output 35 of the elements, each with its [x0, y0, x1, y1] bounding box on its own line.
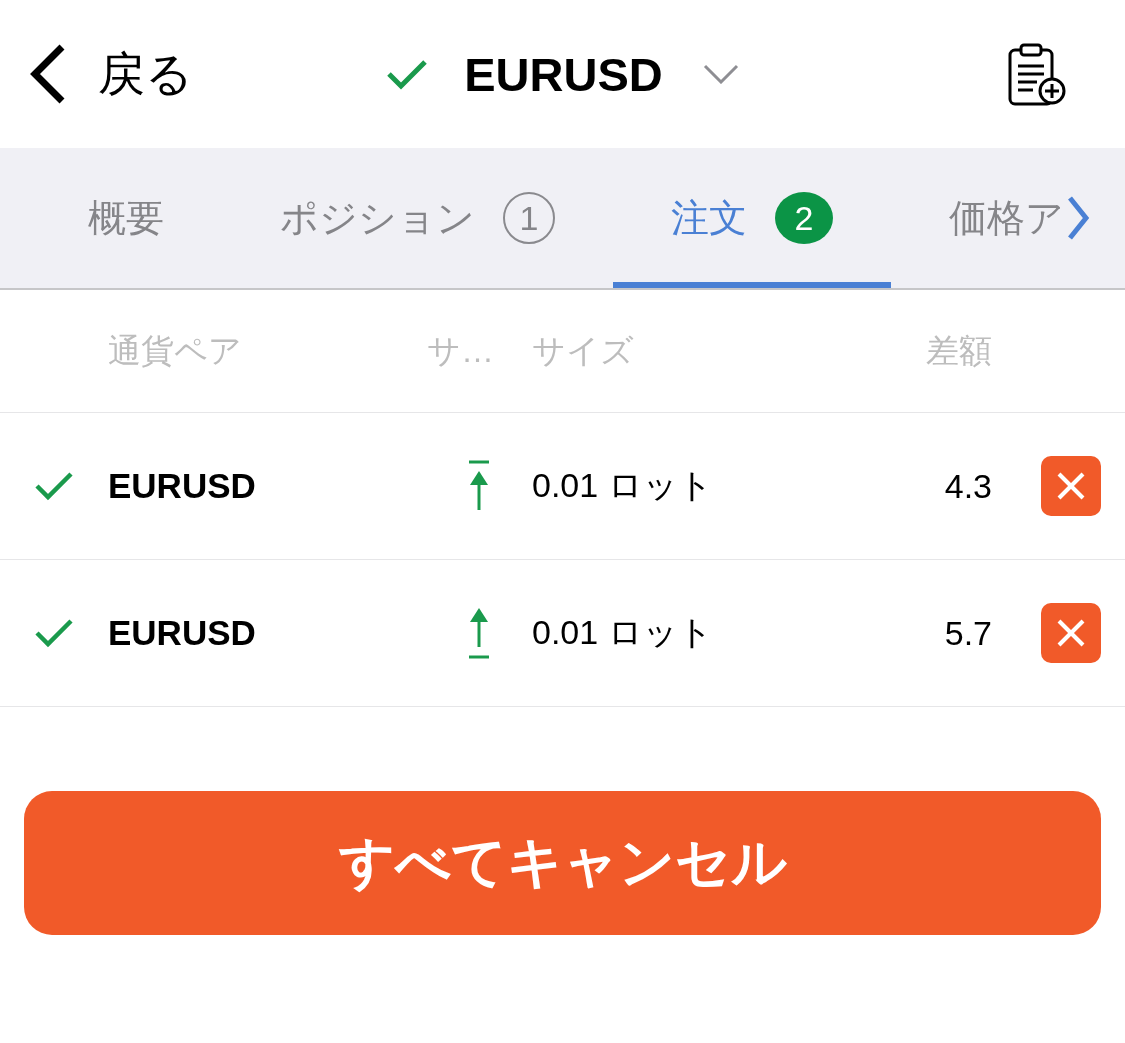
chevron-right-icon[interactable]	[1066, 195, 1090, 241]
tab[interactable]: 注文 2	[613, 148, 891, 288]
cancel-all-button[interactable]: すべてキャンセル	[24, 791, 1101, 935]
tab-label: ポジション	[280, 195, 475, 241]
column-header: 差額	[926, 330, 992, 371]
size-cell-text: 0.01 ロット	[532, 612, 714, 653]
count-badge: 1	[503, 192, 555, 244]
tab[interactable]: 価格ア	[891, 148, 1060, 288]
tab-label: 価格ア	[949, 195, 1060, 241]
chevron-down-icon	[702, 64, 739, 84]
close-icon	[1056, 471, 1086, 501]
column-header: サ…	[427, 330, 495, 371]
symbol-cell-text: EURUSD	[108, 466, 257, 506]
difference-cell: 4.3	[944, 466, 992, 506]
tab[interactable]: 概要	[30, 148, 222, 288]
cancel-order-button[interactable]	[1041, 603, 1101, 663]
count-badge: 2	[775, 192, 833, 244]
column-header: サイズ	[532, 330, 635, 371]
symbol-selector[interactable]: EURUSD	[464, 46, 739, 102]
size-cell-text: 0.01 ロット	[532, 465, 714, 506]
tab[interactable]: ポジション 1	[222, 148, 613, 288]
difference-cell: 5.7	[944, 613, 992, 653]
close-icon	[1056, 618, 1086, 648]
tab-label: 概要	[88, 195, 164, 241]
checkmark-icon	[35, 471, 73, 501]
tab-label: 注文	[671, 195, 747, 241]
cancel-order-button[interactable]	[1041, 456, 1101, 516]
arrow-up-over-bar-icon	[466, 607, 491, 659]
checkmark-icon	[35, 618, 73, 648]
column-header: 通貨ペア	[108, 330, 243, 371]
back-button[interactable]: 戻る	[28, 42, 193, 106]
symbol-cell-text: EURUSD	[108, 613, 257, 653]
checkmark-icon	[386, 58, 429, 90]
arrow-up-under-bar-icon	[466, 460, 491, 512]
clipboard-add-icon[interactable]	[1007, 42, 1067, 106]
